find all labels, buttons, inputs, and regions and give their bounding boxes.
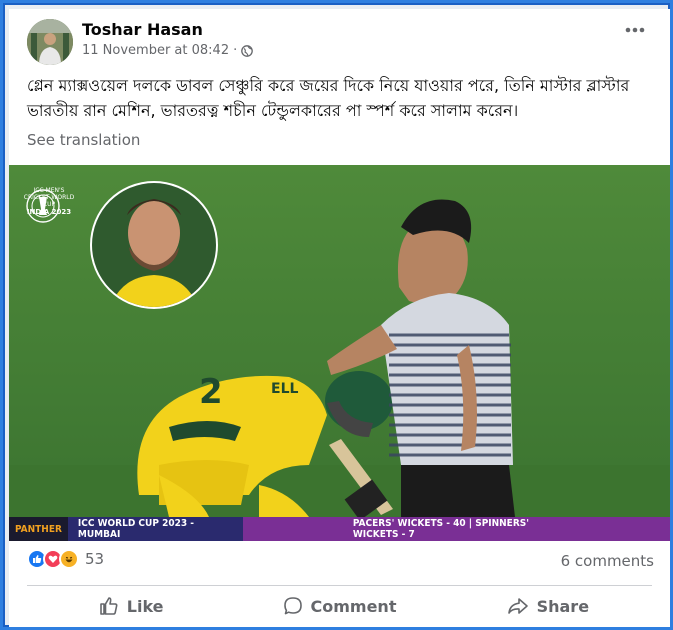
screenshot-frame: Toshar Hasan 11 November at 08:42 · গ্লে… — [3, 3, 670, 627]
trophy-icon — [26, 189, 60, 223]
reactions-summary[interactable]: 53 — [27, 549, 104, 569]
globe-icon — [241, 44, 254, 57]
reaction-count: 53 — [85, 550, 105, 568]
comment-bubble-icon — [283, 597, 302, 615]
post-card: Toshar Hasan 11 November at 08:42 · গ্লে… — [9, 9, 670, 627]
cricket-scene: 2 ELL — [9, 165, 670, 541]
share-label: Share — [536, 596, 590, 616]
jersey-number: 2 — [199, 372, 223, 412]
haha-reaction-icon — [59, 549, 79, 569]
post-photo[interactable]: 2 ELL ICC MEN'S CRICKET WORLD CUP INDIA … — [9, 165, 670, 541]
ticker-brand: PANTHER — [9, 517, 68, 541]
like-label: Like — [126, 596, 164, 616]
action-bar: Like Comment Share — [27, 589, 652, 623]
broadcast-ticker: PANTHER ICC WORLD CUP 2023 - MUMBAI PACE… — [9, 517, 670, 541]
like-button[interactable]: Like — [27, 589, 235, 623]
post-text: গ্লেন ম্যাক্সওয়েল দলকে ডাবল সেঞ্চুরি কর… — [27, 76, 630, 120]
thumbs-up-icon — [99, 597, 118, 615]
author-name[interactable]: Toshar Hasan — [82, 20, 203, 39]
world-cup-logo: ICC MEN'S CRICKET WORLD CUP INDIA 2023 — [23, 187, 75, 223]
share-button[interactable]: Share — [444, 589, 652, 623]
ticker-event: ICC WORLD CUP 2023 - MUMBAI — [67, 517, 243, 541]
post-timestamp[interactable]: 11 November at 08:42 — [82, 43, 229, 58]
ticker-stat: PACERS' WICKETS - 40 | SPINNERS' WICKETS… — [242, 517, 670, 541]
comment-button[interactable]: Comment — [235, 589, 443, 623]
more-options-icon[interactable] — [624, 25, 646, 35]
see-translation-link[interactable]: See translation — [27, 131, 140, 149]
action-divider — [27, 585, 652, 586]
share-arrow-icon — [507, 598, 528, 614]
jersey-name: ELL — [271, 381, 298, 397]
post-meta: 11 November at 08:42 · — [82, 43, 254, 58]
author-avatar[interactable] — [27, 19, 73, 65]
comments-count[interactable]: 6 comments — [561, 552, 654, 570]
comment-label: Comment — [310, 596, 397, 616]
